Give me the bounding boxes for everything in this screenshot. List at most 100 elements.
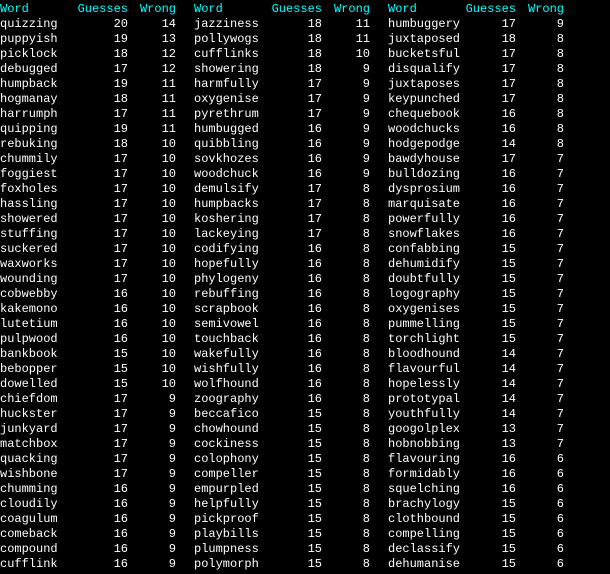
word-cell: declassify — [388, 542, 460, 557]
guesses-cell: 15 — [460, 527, 516, 542]
guesses-cell: 18 — [72, 47, 128, 62]
guesses-cell: 15 — [72, 347, 128, 362]
guesses-cell: 15 — [460, 497, 516, 512]
guesses-cell: 17 — [266, 227, 322, 242]
word-cell: coagulum — [0, 512, 72, 527]
word-cell: bankbook — [0, 347, 72, 362]
guesses-cell: 16 — [72, 527, 128, 542]
word-cell: formidably — [388, 467, 460, 482]
guesses-cell: 16 — [460, 197, 516, 212]
wrong-cell: 9 — [136, 542, 176, 557]
wrong-cell: 10 — [136, 377, 176, 392]
wrong-cell: 10 — [136, 287, 176, 302]
guesses-cell: 17 — [72, 107, 128, 122]
wrong-cell: 12 — [136, 62, 176, 77]
word-cell: flavouring — [388, 452, 460, 467]
wrong-cell: 9 — [524, 17, 564, 32]
wrong-cell: 7 — [524, 332, 564, 347]
word-cell: keypunched — [388, 92, 460, 107]
header-wrong: Wrong — [524, 2, 564, 17]
col1-word: Word quizzingpuppyishpicklockdebuggedhum… — [0, 2, 72, 572]
word-cell: hogmanay — [0, 92, 72, 107]
wrong-cell: 7 — [524, 347, 564, 362]
guesses-cell: 15 — [266, 527, 322, 542]
word-cell: junkyard — [0, 422, 72, 437]
word-cell: clothbound — [388, 512, 460, 527]
word-cell: dehumidify — [388, 257, 460, 272]
guesses-cell: 16 — [460, 122, 516, 137]
word-cell: juxtaposed — [388, 32, 460, 47]
wrong-cell: 9 — [136, 512, 176, 527]
guesses-cell: 17 — [72, 212, 128, 227]
guesses-cell: 17 — [72, 452, 128, 467]
wrong-cell: 7 — [524, 152, 564, 167]
guesses-cell: 19 — [72, 32, 128, 47]
guesses-cell: 17 — [266, 92, 322, 107]
word-cell: hobnobbing — [388, 437, 460, 452]
word-cell: picklock — [0, 47, 72, 62]
guesses-cell: 16 — [266, 122, 322, 137]
wrong-cell: 12 — [136, 47, 176, 62]
col2-word: Word jazzinesspollywogscufflinksshowerin… — [194, 2, 266, 572]
word-cell: chowhound — [194, 422, 266, 437]
word-cell: demulsify — [194, 182, 266, 197]
wrong-cell: 9 — [136, 467, 176, 482]
col1-guesses: Guesses 20191817191817191817171717171717… — [72, 2, 136, 572]
wrong-cell: 7 — [524, 257, 564, 272]
guesses-cell: 17 — [72, 182, 128, 197]
word-cell: cobwebby — [0, 287, 72, 302]
word-cell: wishfully — [194, 362, 266, 377]
guesses-cell: 18 — [72, 137, 128, 152]
word-cell: wishbone — [0, 467, 72, 482]
word-cell: compeller — [194, 467, 266, 482]
guesses-cell: 15 — [460, 512, 516, 527]
header-guesses: Guesses — [72, 2, 128, 17]
guesses-cell: 14 — [460, 347, 516, 362]
word-cell: logography — [388, 287, 460, 302]
wrong-cell: 9 — [330, 92, 370, 107]
wrong-cell: 8 — [524, 92, 564, 107]
word-cell: disqualify — [388, 62, 460, 77]
word-cell: oxygenises — [388, 302, 460, 317]
wrong-cell: 8 — [330, 182, 370, 197]
word-cell: oxygenise — [194, 92, 266, 107]
wrong-cell: 11 — [136, 107, 176, 122]
word-cell: cufflink — [0, 557, 72, 572]
word-cell: compound — [0, 542, 72, 557]
guesses-cell: 17 — [72, 152, 128, 167]
word-cell: showering — [194, 62, 266, 77]
wrong-cell: 10 — [136, 317, 176, 332]
word-cell: jazziness — [194, 17, 266, 32]
guesses-cell: 17 — [266, 107, 322, 122]
word-cell: hopefully — [194, 257, 266, 272]
wrong-cell: 9 — [136, 422, 176, 437]
wrong-cell: 8 — [330, 392, 370, 407]
wrong-cell: 8 — [330, 197, 370, 212]
word-cell: hassling — [0, 197, 72, 212]
column-gap — [378, 2, 388, 572]
word-cell: plumpness — [194, 542, 266, 557]
word-cell: codifying — [194, 242, 266, 257]
guesses-cell: 16 — [266, 377, 322, 392]
guesses-cell: 15 — [72, 377, 128, 392]
guesses-cell: 17 — [72, 167, 128, 182]
guesses-cell: 15 — [266, 452, 322, 467]
guesses-cell: 18 — [266, 47, 322, 62]
guesses-cell: 16 — [72, 482, 128, 497]
wrong-cell: 6 — [524, 527, 564, 542]
wrong-cell: 8 — [330, 377, 370, 392]
word-cell: compelling — [388, 527, 460, 542]
word-cell: huckster — [0, 407, 72, 422]
wrong-cell: 7 — [524, 362, 564, 377]
word-cell: pollywogs — [194, 32, 266, 47]
word-cell: dehumanise — [388, 557, 460, 572]
wrong-cell: 8 — [524, 137, 564, 152]
wrong-cell: 8 — [524, 77, 564, 92]
word-cell: woodchucks — [388, 122, 460, 137]
guesses-cell: 18 — [266, 32, 322, 47]
wrong-cell: 6 — [524, 497, 564, 512]
guesses-cell: 17 — [72, 437, 128, 452]
word-cell: rebuffing — [194, 287, 266, 302]
guesses-cell: 16 — [72, 497, 128, 512]
wrong-cell: 8 — [330, 407, 370, 422]
